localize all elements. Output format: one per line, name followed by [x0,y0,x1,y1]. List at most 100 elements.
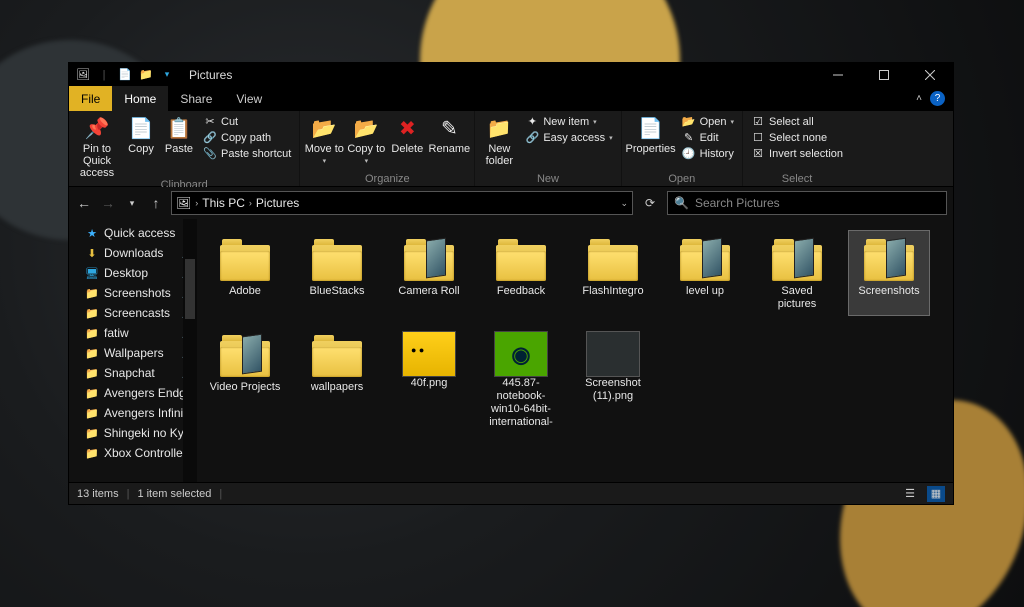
breadcrumb-bar[interactable]: 🖼 › This PC › Pictures ⌄ [171,191,633,215]
folder-icon [310,235,364,281]
item-label: Feedback [497,285,545,298]
sidebar-item[interactable]: 📁Screencasts📌 [69,303,197,323]
chevron-down-icon[interactable]: ⌄ [620,198,628,209]
sidebar-item[interactable]: 📁fatiw📌 [69,323,197,343]
paste-button[interactable]: 📋 Paste [161,114,197,155]
tab-file[interactable]: File [69,86,112,111]
up-button[interactable]: ↑ [147,195,165,211]
sidebar-label: Downloads [104,246,163,260]
help-icon[interactable]: ? [930,91,945,106]
file-item[interactable]: Feedback [481,231,561,315]
item-label: BlueStacks [309,285,364,298]
sidebar-label: fatiw [104,326,129,340]
search-input[interactable]: 🔍 Search Pictures [667,191,947,215]
status-count: 13 items [77,488,119,500]
chevron-right-icon[interactable]: › [249,198,252,208]
close-button[interactable] [907,63,953,86]
item-label: Screenshot (11).png [577,377,649,403]
icons-view-button[interactable]: ▦ [927,486,945,502]
content-area[interactable]: Adobe BlueStacks Camera Roll Feedback FlashI… [197,219,953,482]
maximize-button[interactable] [861,63,907,86]
chevron-right-icon[interactable]: › [195,198,198,208]
refresh-button[interactable]: ⟳ [639,196,661,210]
sidebar-item[interactable]: 📁Snapchat📌 [69,363,197,383]
copy-to-button[interactable]: 📂 Copy to▾ [346,114,386,168]
recent-locations-button[interactable]: ▾ [123,198,141,209]
moveto-icon: 📂 [311,116,337,142]
sidebar-label: Snapchat [104,366,155,380]
copy-button[interactable]: 📄 Copy [123,114,159,155]
tab-home[interactable]: Home [112,86,168,111]
sidebar-item[interactable]: 📁Avengers Endga [69,383,197,403]
sidebar-item[interactable]: ★Quick access [69,223,197,243]
pasteshortcut-icon: 📎 [203,147,217,160]
rename-icon: ✎ [436,116,462,142]
easy-access-button[interactable]: 🔗Easy access ▾ [521,130,616,145]
sidebar-item[interactable]: 📁Shingeki no Kyoj [69,423,197,443]
details-view-button[interactable]: ☰ [901,486,919,502]
copy-path-button[interactable]: 🔗Copy path [199,130,295,145]
minimize-button[interactable] [815,63,861,86]
folder-icon [770,235,824,281]
tab-share[interactable]: Share [168,86,224,111]
file-item[interactable]: level up [665,231,745,315]
move-to-button[interactable]: 📂 Move to▾ [304,114,344,168]
sidebar-icon: 📁 [85,307,99,320]
invert-icon: ☒ [751,147,765,160]
forward-button[interactable]: → [99,195,117,211]
cut-button[interactable]: ✂Cut [199,114,295,129]
sidebar-icon: 📁 [85,447,99,460]
pin-icon: 📌 [84,116,110,142]
pin-quick-access-button[interactable]: 📌 Pin to Quick access [73,114,121,179]
file-item[interactable]: BlueStacks [297,231,377,315]
file-item[interactable]: Screenshot (11).png [573,327,653,433]
group-organize: 📂 Move to▾ 📂 Copy to▾ ✖ Delete ✎ Rename … [300,111,475,186]
edit-button[interactable]: ✎Edit [678,130,738,145]
sidebar-icon: 📁 [85,427,99,440]
delete-button[interactable]: ✖ Delete [388,114,426,155]
folder-icon [494,235,548,281]
file-item[interactable]: 40f.png [389,327,469,433]
collapse-ribbon-icon[interactable]: ˄ [916,93,922,104]
file-item[interactable]: Screenshots [849,231,929,315]
title-bar[interactable]: 🖼 | 📄 📁 ▾ Pictures [69,63,953,86]
file-item[interactable]: Adobe [205,231,285,315]
file-item[interactable]: ◉445.87-notebook-win10-64bit-internation… [481,327,561,433]
selectnone-icon: ☐ [751,131,765,144]
file-item[interactable]: Camera Roll [389,231,469,315]
tab-view[interactable]: View [224,86,274,111]
new-item-button[interactable]: ✦New item ▾ [521,114,616,129]
sidebar-icon: 📁 [85,347,99,360]
new-folder-button[interactable]: 📁 New folder [479,114,519,167]
sidebar-item[interactable]: 📁Screenshots📌 [69,283,197,303]
file-item[interactable]: wallpapers [297,327,377,433]
properties-button[interactable]: 📄 Properties [626,114,676,155]
sidebar-item[interactable]: 🖥Desktop📌 [69,263,197,283]
paste-shortcut-button[interactable]: 📎Paste shortcut [199,146,295,161]
crumb-this-pc[interactable]: This PC [202,196,245,210]
qat-properties-icon[interactable]: 📄 [117,67,133,83]
crumb-pictures[interactable]: Pictures [256,196,299,210]
qat: 🖼 | 📄 📁 ▾ [69,67,181,83]
qat-customize-icon[interactable]: ▾ [159,67,175,83]
rename-button[interactable]: ✎ Rename [428,114,470,155]
group-open: 📄 Properties 📂Open ▾ ✎Edit 🕘History Open [622,111,743,186]
open-button[interactable]: 📂Open ▾ [678,114,738,129]
file-item[interactable]: Video Projects [205,327,285,433]
sidebar-scrollbar[interactable] [183,219,197,482]
ribbon-tabs: File Home Share View ˄ ? [69,86,953,111]
easyaccess-icon: 🔗 [525,131,539,144]
back-button[interactable]: ← [75,195,93,211]
sidebar-item[interactable]: 📁Avengers Infinity [69,403,197,423]
sidebar-item[interactable]: ⬇Downloads📌 [69,243,197,263]
file-item[interactable]: Saved pictures [757,231,837,315]
select-all-button[interactable]: ☑Select all [747,114,847,129]
sidebar-item[interactable]: 📁Wallpapers📌 [69,343,197,363]
file-item[interactable]: FlashIntegro [573,231,653,315]
invert-selection-button[interactable]: ☒Invert selection [747,146,847,161]
qat-newfolder-icon[interactable]: 📁 [138,67,154,83]
sidebar-item[interactable]: 📁Xbox Controller [69,443,197,463]
select-none-button[interactable]: ☐Select none [747,130,847,145]
history-button[interactable]: 🕘History [678,146,738,161]
pictures-lib-icon: 🖼 [75,67,91,83]
